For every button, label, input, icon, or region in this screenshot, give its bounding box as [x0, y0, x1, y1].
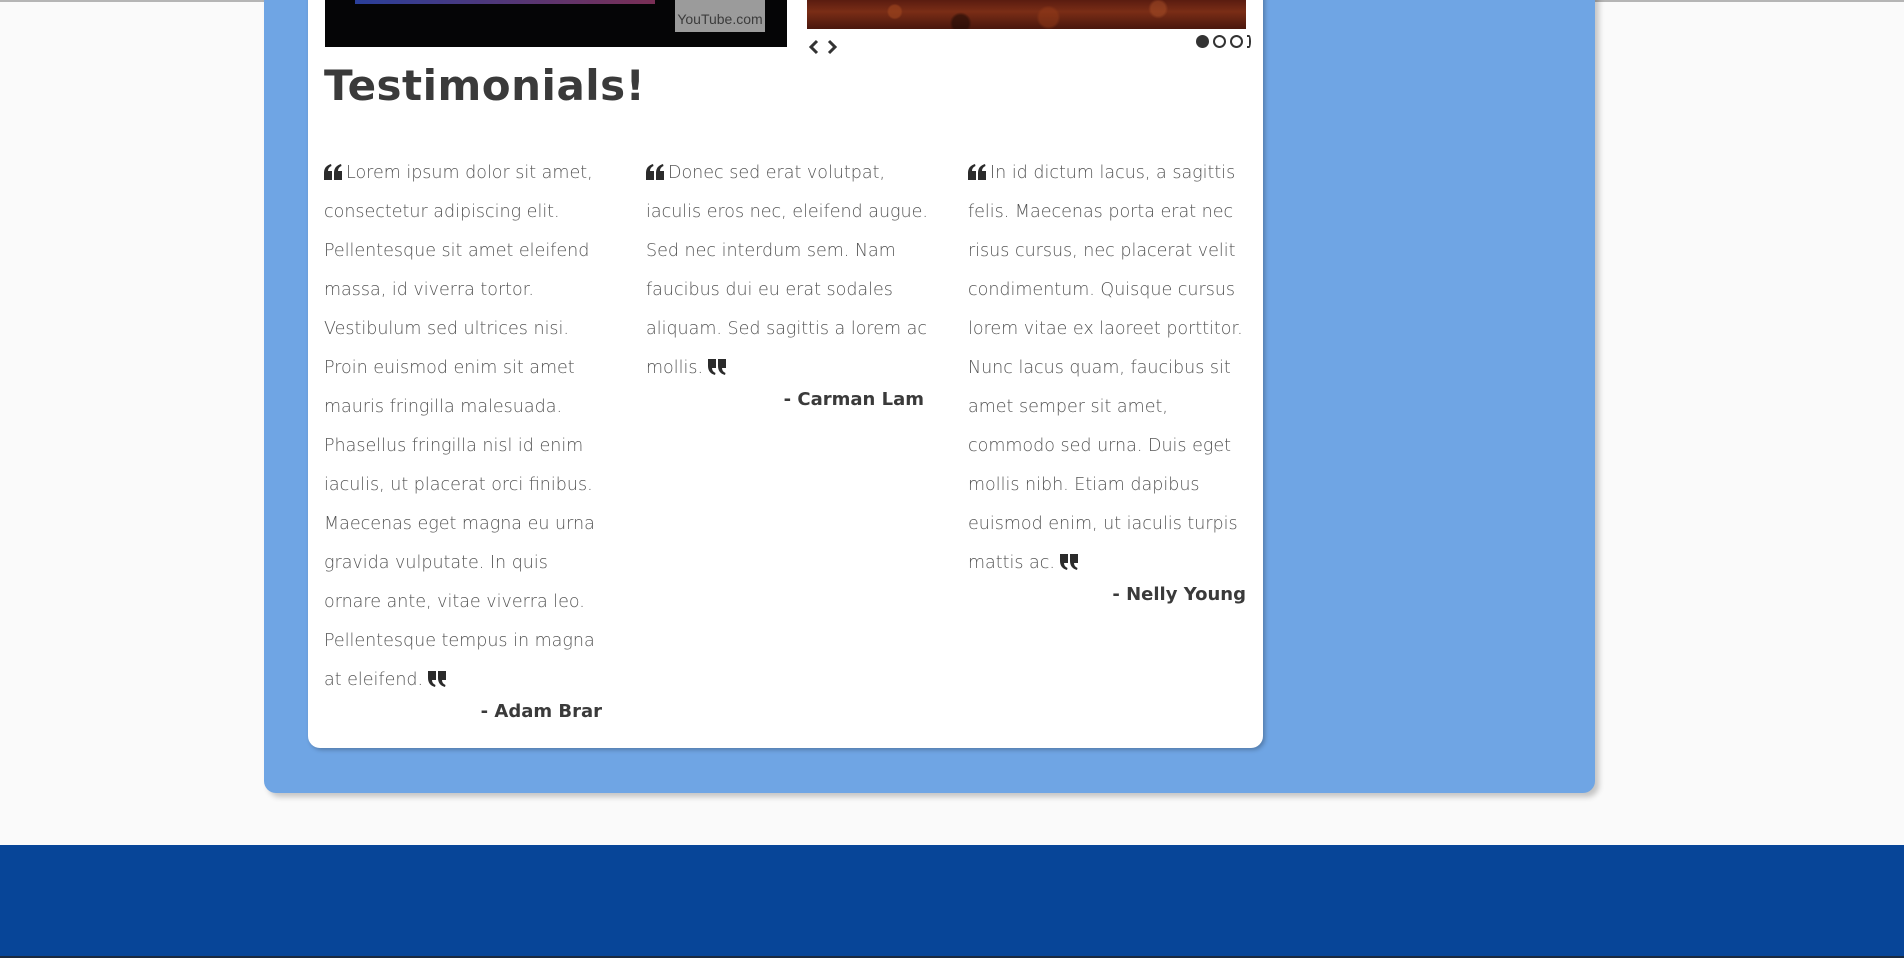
testimonial-author: - Adam Brar [480, 701, 602, 722]
quote-close-icon [428, 671, 447, 687]
video-watermark: YouTube.com [675, 0, 765, 32]
testimonial-author: - Carman Lam [783, 389, 924, 410]
testimonial-2: Donec sed erat volutpat, iaculis eros ne… [646, 154, 928, 388]
slider-pagination [1196, 35, 1251, 48]
quote-open-icon [968, 164, 986, 180]
chevron-right-icon[interactable] [825, 37, 839, 57]
slider-dot-overflow [1247, 35, 1251, 48]
testimonial-author: - Nelly Young [1112, 584, 1246, 605]
testimonial-text: Donec sed erat volutpat, iaculis eros ne… [646, 163, 928, 378]
quote-open-icon [324, 164, 342, 180]
chevron-left-icon[interactable] [807, 37, 821, 57]
testimonial-3: In id dictum lacus, a sagittis felis. Ma… [968, 154, 1250, 583]
quote-close-icon [1059, 554, 1078, 570]
testimonial-1: Lorem ipsum dolor sit amet, consectetur … [324, 154, 608, 700]
section-title: Testimonials! [324, 61, 646, 110]
testimonial-text: In id dictum lacus, a sagittis felis. Ma… [968, 163, 1243, 573]
slider-image [807, 0, 1246, 29]
quote-open-icon [646, 164, 664, 180]
slider-dot-3[interactable] [1230, 35, 1243, 48]
quote-close-icon [708, 359, 727, 375]
testimonial-text: Lorem ipsum dolor sit amet, consectetur … [324, 163, 595, 690]
slider-controls [807, 37, 839, 57]
video-thumbnail[interactable]: YouTube.com [325, 0, 787, 47]
slider-dot-2[interactable] [1213, 35, 1226, 48]
slider-dot-1[interactable] [1196, 35, 1209, 48]
footer [0, 845, 1904, 958]
video-frame-detail [355, 0, 655, 4]
